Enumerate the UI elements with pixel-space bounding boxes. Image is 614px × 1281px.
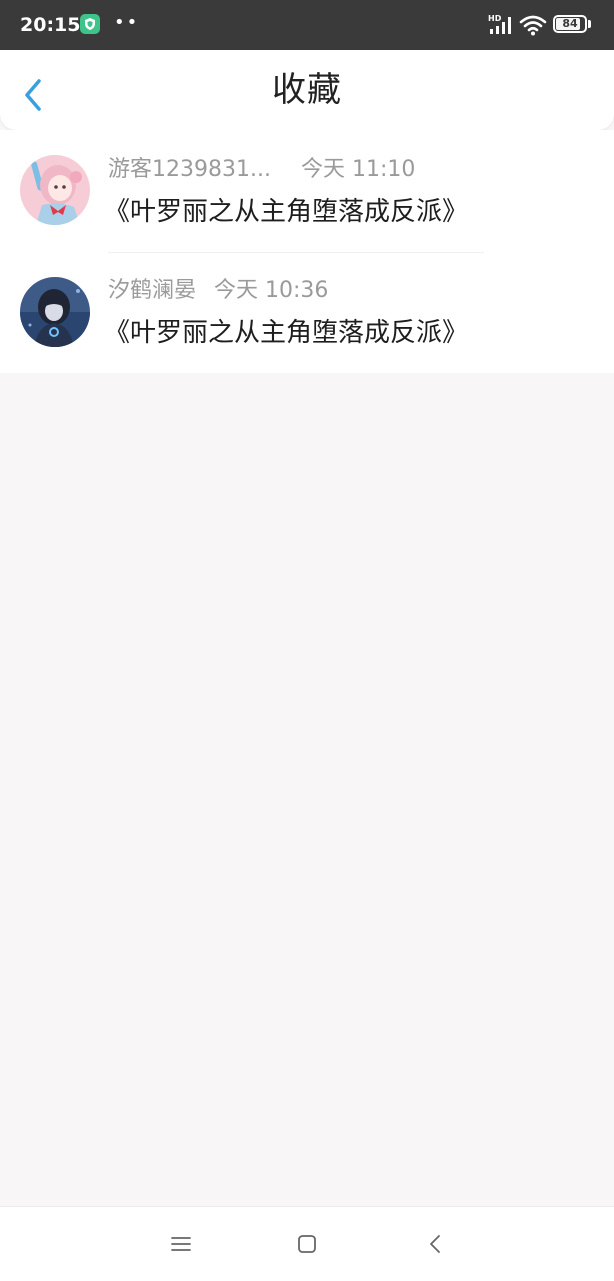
more-dots-icon: ••: [114, 12, 140, 33]
menu-button[interactable]: [168, 1231, 194, 1257]
item-divider: [108, 252, 484, 253]
home-button[interactable]: [294, 1231, 320, 1257]
menu-icon: [171, 1237, 191, 1251]
hd-label: HD: [488, 14, 502, 23]
battery-cap: [588, 20, 591, 28]
story-title[interactable]: 《叶罗丽之从主角堕落成反派》: [104, 194, 468, 230]
timestamp: 今天 10:36: [214, 278, 329, 303]
story-title[interactable]: 《叶罗丽之从主角堕落成反派》: [104, 315, 468, 351]
page-header: 收藏: [0, 50, 614, 130]
page-title: 收藏: [272, 70, 342, 110]
signal-icon: HD: [488, 14, 514, 40]
back-chevron-icon: [430, 1235, 440, 1253]
status-time: 20:15: [20, 14, 81, 36]
timestamp: 今天 11:10: [300, 157, 416, 182]
dark-hooded-anime-avatar: [20, 277, 90, 347]
home-square-icon: [298, 1235, 316, 1253]
wifi-icon: [519, 14, 547, 40]
system-nav-bar: [0, 1206, 614, 1281]
system-back-button[interactable]: [423, 1231, 449, 1257]
favorite-item[interactable]: 游客1239831... 今天 11:10 《叶罗丽之从主角堕落成反派》: [0, 130, 614, 252]
item-meta: 汐鹤澜晏 今天 10:36: [108, 276, 328, 306]
username: 汐鹤澜晏: [108, 278, 197, 303]
user-avatar[interactable]: [20, 155, 90, 225]
username: 游客1239831...: [108, 157, 271, 182]
user-avatar[interactable]: [20, 277, 90, 347]
status-bar: 20:15 •• HD 84: [0, 0, 614, 50]
battery-level: 84: [562, 17, 578, 30]
pink-anime-girl-avatar: [20, 155, 90, 225]
item-meta: 游客1239831... 今天 11:10: [108, 155, 415, 185]
shield-icon: [80, 14, 100, 34]
favorites-list: 游客1239831... 今天 11:10 《叶罗丽之从主角堕落成反派》 汐鹤澜晏…: [0, 130, 614, 373]
favorite-item[interactable]: 汐鹤澜晏 今天 10:36 《叶罗丽之从主角堕落成反派》: [0, 252, 614, 373]
